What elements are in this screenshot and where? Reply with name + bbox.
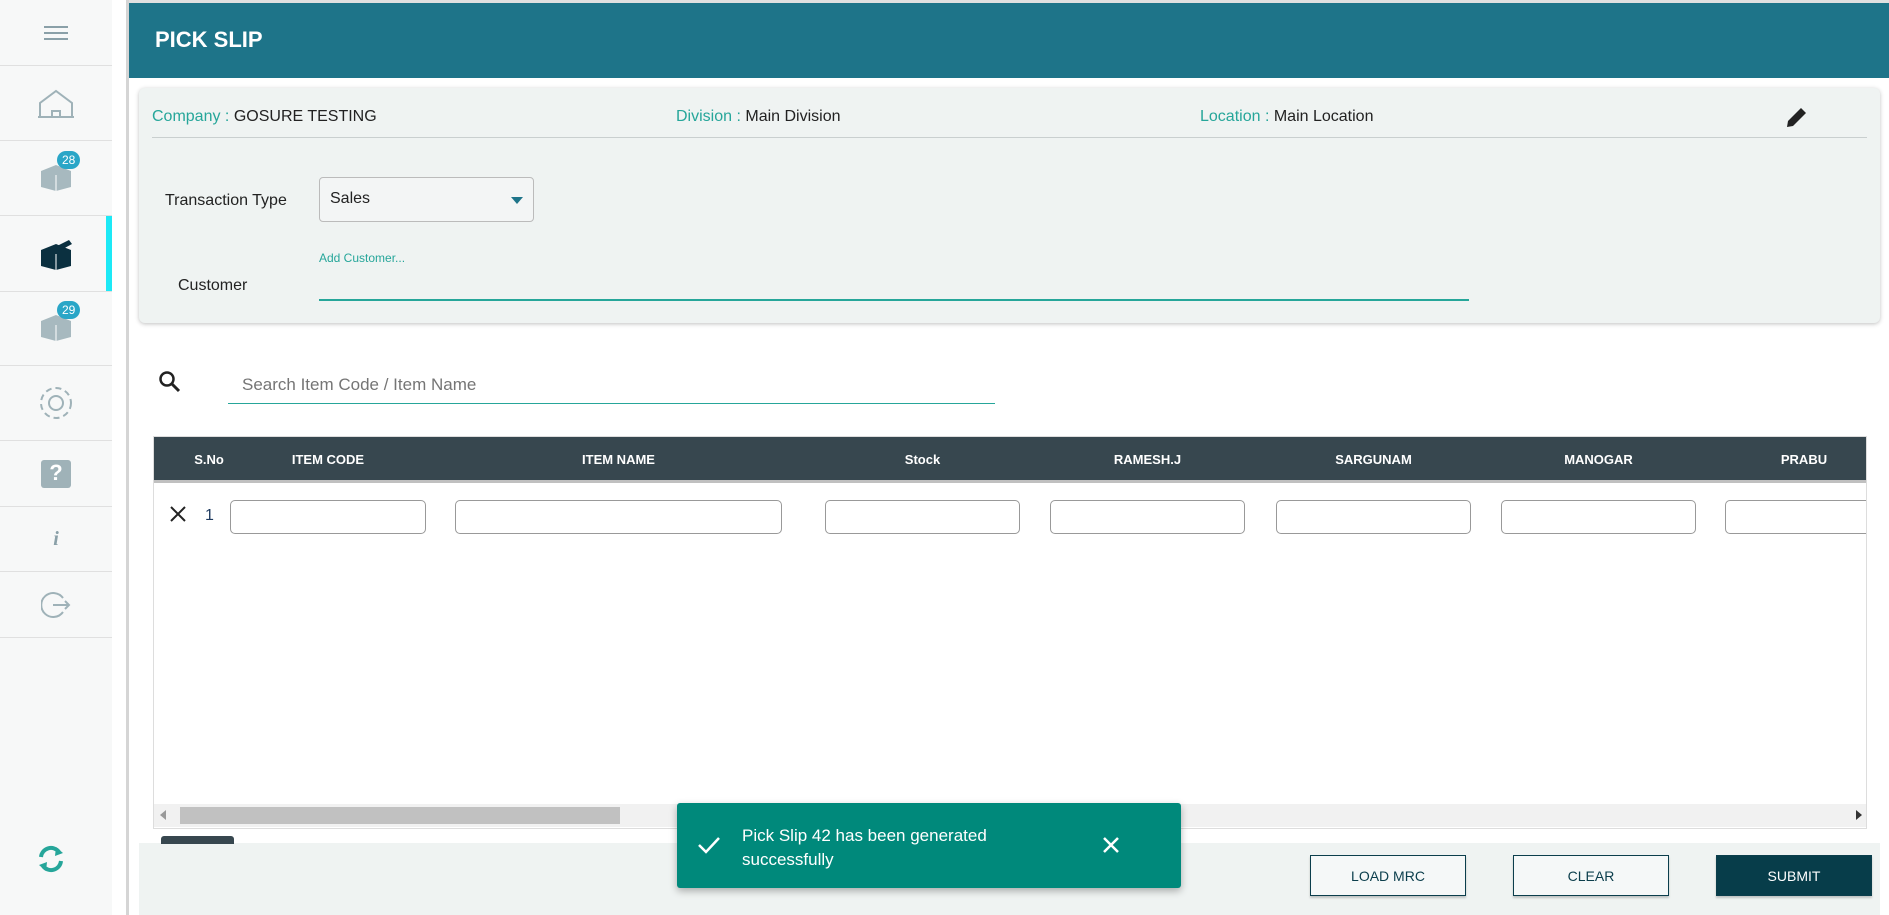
transaction-type-label: Transaction Type — [165, 192, 287, 209]
divider — [152, 137, 1867, 138]
column-header: S.No — [194, 452, 224, 467]
stock-input[interactable] — [825, 500, 1020, 534]
sync-button[interactable] — [36, 843, 66, 880]
load-mrc-button[interactable]: LOAD MRC — [1310, 855, 1466, 896]
sidebar-item-inbound[interactable]: 28 — [0, 141, 112, 216]
remove-row-icon[interactable] — [169, 505, 187, 523]
logout-icon — [41, 591, 71, 618]
division-value: Main Division — [745, 108, 841, 125]
home-icon — [38, 89, 74, 118]
caret-down-icon — [511, 197, 523, 204]
scroll-left-icon[interactable] — [160, 810, 166, 820]
location-label: Location : — [1200, 108, 1270, 125]
row-number: 1 — [205, 507, 214, 524]
customer-label: Customer — [178, 277, 248, 294]
header-card: Company : GOSURE TESTING Division : Main… — [139, 88, 1880, 323]
location-value: Main Location — [1273, 108, 1374, 125]
info-icon: i — [53, 527, 59, 550]
gear-icon — [40, 387, 72, 419]
sidebar-divider — [126, 0, 129, 915]
help-icon: ? — [41, 459, 71, 488]
manogar-input[interactable] — [1501, 500, 1696, 534]
table-tab[interactable] — [161, 836, 234, 844]
division-label: Division : — [676, 108, 741, 125]
customer-input[interactable] — [319, 266, 1469, 301]
division-info: Division : Main Division — [676, 108, 841, 126]
badge: 28 — [57, 150, 81, 169]
items-table: S.No ITEM CODE ITEM NAME Stock RAMESH.J … — [153, 436, 1867, 829]
column-header: RAMESH.J — [1113, 452, 1182, 467]
badge: 29 — [57, 301, 81, 319]
submit-button[interactable]: SUBMIT — [1716, 855, 1872, 896]
sidebar-item-logout[interactable] — [0, 572, 112, 638]
company-value: GOSURE TESTING — [233, 108, 377, 125]
sidebar: 28 29 ? i — [0, 0, 112, 915]
page-title: PICK SLIP — [155, 27, 263, 52]
prabu-input[interactable] — [1725, 500, 1866, 534]
item-name-input[interactable] — [455, 500, 782, 534]
company-info: Company : GOSURE TESTING — [152, 108, 377, 126]
customer-placeholder: Add Customer... — [319, 251, 406, 265]
transaction-type-value: Sales — [330, 190, 371, 207]
menu-button[interactable] — [0, 0, 112, 66]
success-toast: Pick Slip 42 has been generated successf… — [677, 803, 1181, 888]
sargunam-input[interactable] — [1276, 500, 1471, 534]
ramesh-input[interactable] — [1050, 500, 1245, 534]
search-icon — [159, 371, 181, 393]
edit-pencil-icon[interactable] — [1784, 104, 1810, 130]
close-icon[interactable] — [1102, 836, 1120, 854]
column-header: Stock — [904, 452, 941, 467]
transaction-type-select[interactable]: Sales — [319, 177, 534, 222]
column-header: ITEM NAME — [582, 452, 655, 467]
column-header: ITEM CODE — [291, 452, 365, 467]
sidebar-item-outbound[interactable]: 29 — [0, 292, 112, 366]
page-header: PICK SLIP — [129, 0, 1889, 78]
check-icon — [698, 837, 720, 854]
sidebar-item-help[interactable]: ? — [0, 441, 112, 507]
column-header: SARGUNAM — [1335, 452, 1412, 467]
sidebar-item-home[interactable] — [0, 66, 112, 141]
sidebar-item-settings[interactable] — [0, 366, 112, 441]
column-header: PRABU — [1780, 452, 1828, 467]
sidebar-item-info[interactable]: i — [0, 507, 112, 572]
item-code-input[interactable] — [230, 500, 426, 534]
search-input[interactable] — [228, 366, 995, 404]
open-box-icon — [41, 239, 72, 270]
table-header: S.No ITEM CODE ITEM NAME Stock RAMESH.J … — [154, 437, 1866, 483]
column-header: MANOGAR — [1564, 452, 1633, 467]
company-label: Company : — [152, 108, 230, 125]
scroll-right-icon[interactable] — [1856, 810, 1862, 820]
location-info: Location : Main Location — [1200, 108, 1373, 126]
toast-message: Pick Slip 42 has been generated successf… — [742, 826, 987, 869]
sync-icon — [39, 845, 63, 873]
sidebar-item-pick-slip[interactable] — [0, 216, 112, 292]
clear-button[interactable]: CLEAR — [1513, 855, 1669, 896]
hamburger-icon — [44, 25, 68, 40]
scrollbar-thumb[interactable] — [180, 807, 620, 824]
